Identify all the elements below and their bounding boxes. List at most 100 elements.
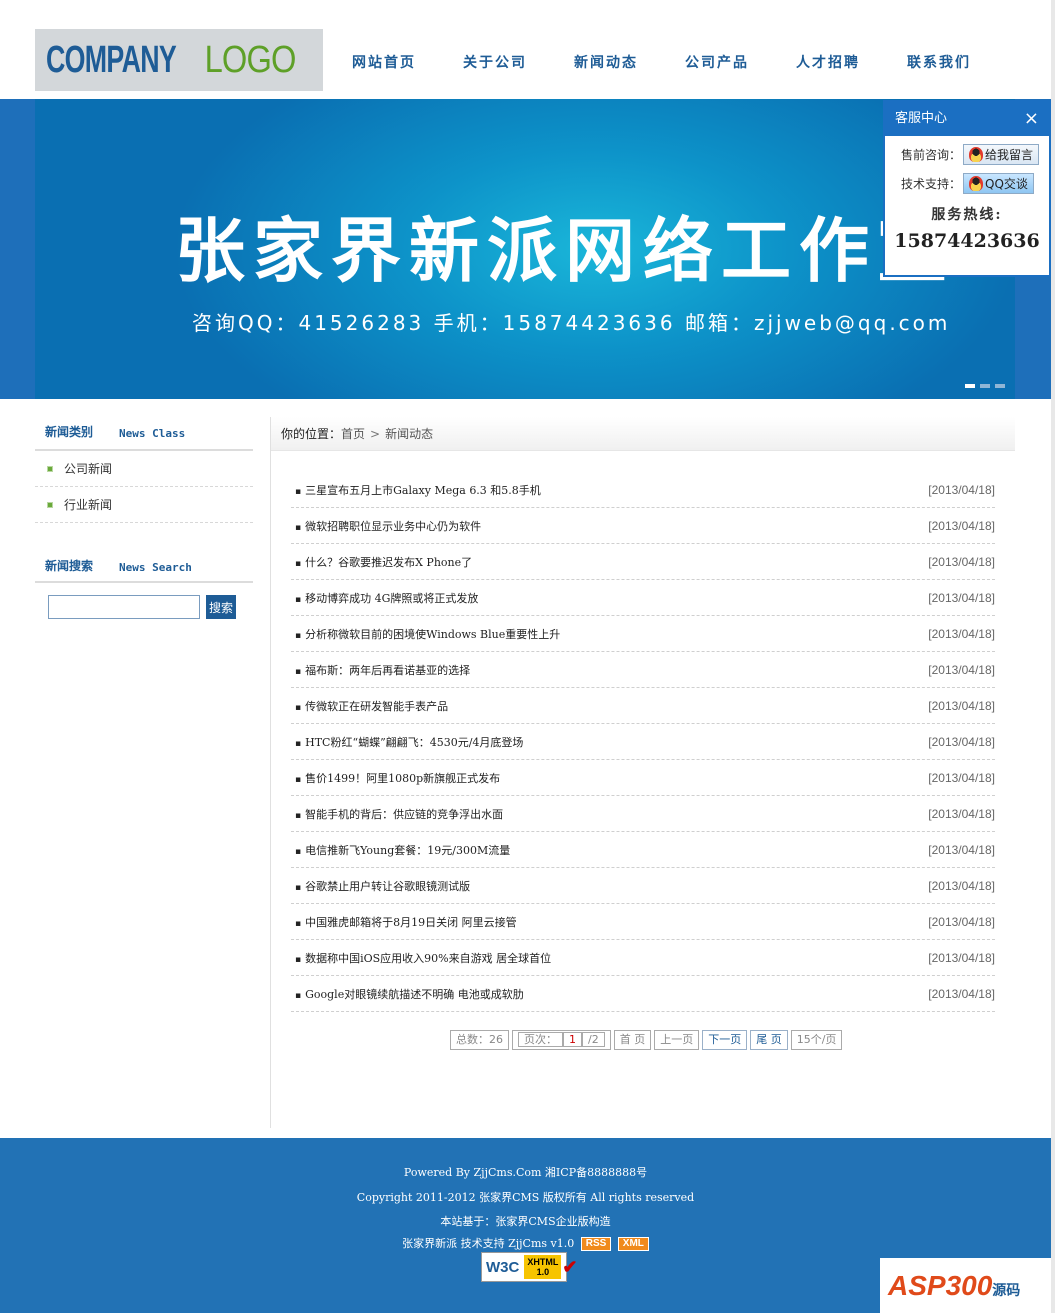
news-date: [2013/04/18]	[928, 554, 995, 569]
footer-support: 张家界新派 技术支持 ZjjCms v1.0	[402, 1237, 575, 1250]
nav-products[interactable]: 公司产品	[685, 52, 796, 72]
list-item[interactable]: 什么？谷歌要推迟发布X Phone了 [2013/04/18]	[291, 544, 995, 580]
header: COMPANY LOGO 网站首页 关于公司 新闻动态 公司产品 人才招聘 联系我…	[0, 0, 1055, 99]
presale-label: 售前咨询：	[901, 148, 962, 162]
list-item[interactable]: 智能手机的背后：供应链的竞争浮出水面 [2013/04/18]	[291, 796, 995, 832]
scrollbar[interactable]	[1051, 0, 1055, 1313]
search-input[interactable]	[48, 595, 200, 619]
sidebar-item-company-news[interactable]: 公司新闻	[35, 451, 253, 487]
news-class-title-cn: 新闻类别	[45, 425, 94, 439]
news-search-title-en: News Search	[119, 561, 192, 574]
news-title-link[interactable]: Google对眼镜续航描述不明确 电池或成软肋	[295, 986, 524, 1002]
news-title-link[interactable]: 移动博弈成功 4G牌照或将正式发放	[295, 590, 478, 606]
logo-text-company: COMPANY	[46, 39, 177, 81]
banner-dot[interactable]	[995, 384, 1005, 388]
pager-current-page: 1	[563, 1032, 582, 1047]
news-title-link[interactable]: 传微软正在研发智能手表产品	[295, 698, 448, 714]
nav-news[interactable]: 新闻动态	[574, 52, 685, 72]
qq-chat-label: QQ交谈	[985, 177, 1028, 191]
news-title-link[interactable]: HTC粉红“蝴蝶”翩翩飞：4530元/4月底登场	[295, 734, 523, 750]
sidebar-item-industry-news[interactable]: 行业新闻	[35, 487, 253, 523]
close-icon[interactable]: ×	[1024, 102, 1039, 136]
news-date: [2013/04/18]	[928, 662, 995, 677]
banner-slide[interactable]: 张家界新派网络工作室 咨询QQ：41526283 手机：15874423636 …	[35, 99, 1015, 399]
banner-dot[interactable]	[980, 384, 990, 388]
pager-page-info: 页次： 1/2	[512, 1030, 611, 1050]
list-item[interactable]: 谷歌禁止用户转让谷歌眼镜测试版 [2013/04/18]	[291, 868, 995, 904]
list-item[interactable]: Google对眼镜续航描述不明确 电池或成软肋 [2013/04/18]	[291, 976, 995, 1012]
breadcrumb-chevron-icon: >	[370, 426, 381, 441]
list-item[interactable]: 福布斯：两年后再看诺基亚的选择 [2013/04/18]	[291, 652, 995, 688]
pager-last-button[interactable]: 尾 页	[750, 1030, 788, 1050]
tech-support-row: 技术支持： QQ交谈	[885, 173, 1049, 194]
search-button[interactable]: 搜索	[206, 595, 236, 619]
news-title-link[interactable]: 分析称微软目前的困境使Windows Blue重要性上升	[295, 626, 560, 642]
rss-badge[interactable]: RSS	[580, 1237, 612, 1251]
xhtml-version: 1.0	[536, 1267, 550, 1277]
news-title-link[interactable]: 微软招聘职位显示业务中心仍为软件	[295, 518, 481, 534]
list-item[interactable]: 传微软正在研发智能手表产品 [2013/04/18]	[291, 688, 995, 724]
news-title-link[interactable]: 谷歌禁止用户转让谷歌眼镜测试版	[295, 878, 470, 894]
news-list: 三星宣布五月上市Galaxy Mega 6.3 和5.8手机 [2013/04/1…	[291, 472, 995, 1012]
news-title-link[interactable]: 电信推新飞Young套餐：19元/300M流量	[295, 842, 510, 858]
xhtml-label: XHTML 1.0	[524, 1255, 562, 1279]
pager-page-suffix: /2	[582, 1032, 605, 1047]
check-icon: ✔	[562, 1256, 578, 1277]
sidebar: 新闻类别 News Class 公司新闻 行业新闻 新闻搜索 News Sear…	[35, 400, 253, 619]
list-item[interactable]: 移动博弈成功 4G牌照或将正式发放 [2013/04/18]	[291, 580, 995, 616]
breadcrumb: 你的位置： 首页 > 新闻动态	[271, 417, 1015, 451]
xml-badge[interactable]: XML	[617, 1237, 649, 1251]
pager-first-button[interactable]: 首 页	[613, 1030, 652, 1050]
pager-total: 总数：26	[450, 1030, 509, 1050]
news-title-link[interactable]: 三星宣布五月上市Galaxy Mega 6.3 和5.8手机	[295, 482, 541, 498]
news-title-link[interactable]: 中国雅虎邮箱将于8月19日关闭 阿里云接管	[295, 914, 517, 930]
customer-service-header: 客服中心 ×	[885, 102, 1049, 136]
news-title-link[interactable]: 数据称中国iOS应用收入90%来自游戏 居全球首位	[295, 950, 551, 966]
list-item[interactable]: 售价1499！阿里1080p新旗舰正式发布 [2013/04/18]	[291, 760, 995, 796]
banner-dot[interactable]	[965, 384, 975, 388]
list-item[interactable]: 电信推新飞Young套餐：19元/300M流量 [2013/04/18]	[291, 832, 995, 868]
w3c-xhtml-badge[interactable]: W3C XHTML 1.0 ✔	[481, 1252, 577, 1282]
list-item[interactable]: 中国雅虎邮箱将于8月19日关闭 阿里云接管 [2013/04/18]	[291, 904, 995, 940]
customer-service-title: 客服中心	[895, 111, 948, 126]
qq-chat-button[interactable]: QQ交谈	[963, 173, 1034, 194]
news-date: [2013/04/18]	[928, 986, 995, 1001]
news-date: [2013/04/18]	[928, 950, 995, 965]
column-divider	[270, 417, 271, 1128]
news-title-link[interactable]: 售价1499！阿里1080p新旗舰正式发布	[295, 770, 500, 786]
list-item[interactable]: HTC粉红“蝴蝶”翩翩飞：4530元/4月底登场 [2013/04/18]	[291, 724, 995, 760]
nav-contact[interactable]: 联系我们	[907, 52, 1018, 72]
banner-indicators	[965, 384, 1005, 388]
watermark-logo: ASP300源码	[880, 1258, 1051, 1313]
list-item[interactable]: 微软招聘职位显示业务中心仍为软件 [2013/04/18]	[291, 508, 995, 544]
news-title-link[interactable]: 智能手机的背后：供应链的竞争浮出水面	[295, 806, 503, 822]
watermark-suffix: 源码	[992, 1282, 1021, 1298]
list-item[interactable]: 分析称微软目前的困境使Windows Blue重要性上升 [2013/04/18]	[291, 616, 995, 652]
news-date: [2013/04/18]	[928, 518, 995, 533]
breadcrumb-current[interactable]: 新闻动态	[385, 425, 433, 442]
logo-text-logo: LOGO	[204, 39, 297, 81]
customer-service-panel: 客服中心 × 售前咨询： 给我留言 技术支持： QQ交谈 服务热线: 15874…	[883, 100, 1051, 277]
search-box: 搜索	[35, 595, 253, 619]
breadcrumb-home[interactable]: 首页	[341, 425, 365, 442]
pager-next-button[interactable]: 下一页	[702, 1030, 748, 1050]
news-date: [2013/04/18]	[928, 914, 995, 929]
news-search-title-cn: 新闻搜索	[45, 559, 94, 573]
list-item[interactable]: 三星宣布五月上市Galaxy Mega 6.3 和5.8手机 [2013/04/1…	[291, 472, 995, 508]
leave-message-button[interactable]: 给我留言	[963, 144, 1040, 165]
breadcrumb-label: 你的位置：	[281, 427, 342, 441]
footer-powered: Powered By ZjjCms.Com 湘ICP备8888888号	[403, 1166, 648, 1179]
news-date: [2013/04/18]	[928, 734, 995, 749]
nav-about[interactable]: 关于公司	[463, 52, 574, 72]
news-title-link[interactable]: 什么？谷歌要推迟发布X Phone了	[295, 554, 472, 570]
company-logo[interactable]: COMPANY LOGO	[35, 29, 323, 91]
banner-title: 张家界新派网络工作室	[175, 210, 955, 292]
footer-support-line: 张家界新派 技术支持 ZjjCms v1.0 RSS XML	[0, 1235, 1051, 1251]
news-title-link[interactable]: 福布斯：两年后再看诺基亚的选择	[295, 662, 470, 678]
nav-jobs[interactable]: 人才招聘	[796, 52, 907, 72]
pager-prev-button[interactable]: 上一页	[654, 1030, 700, 1050]
news-date: [2013/04/18]	[928, 590, 995, 605]
tech-support-label: 技术支持：	[901, 177, 962, 191]
list-item[interactable]: 数据称中国iOS应用收入90%来自游戏 居全球首位 [2013/04/18]	[291, 940, 995, 976]
nav-home[interactable]: 网站首页	[352, 52, 463, 72]
